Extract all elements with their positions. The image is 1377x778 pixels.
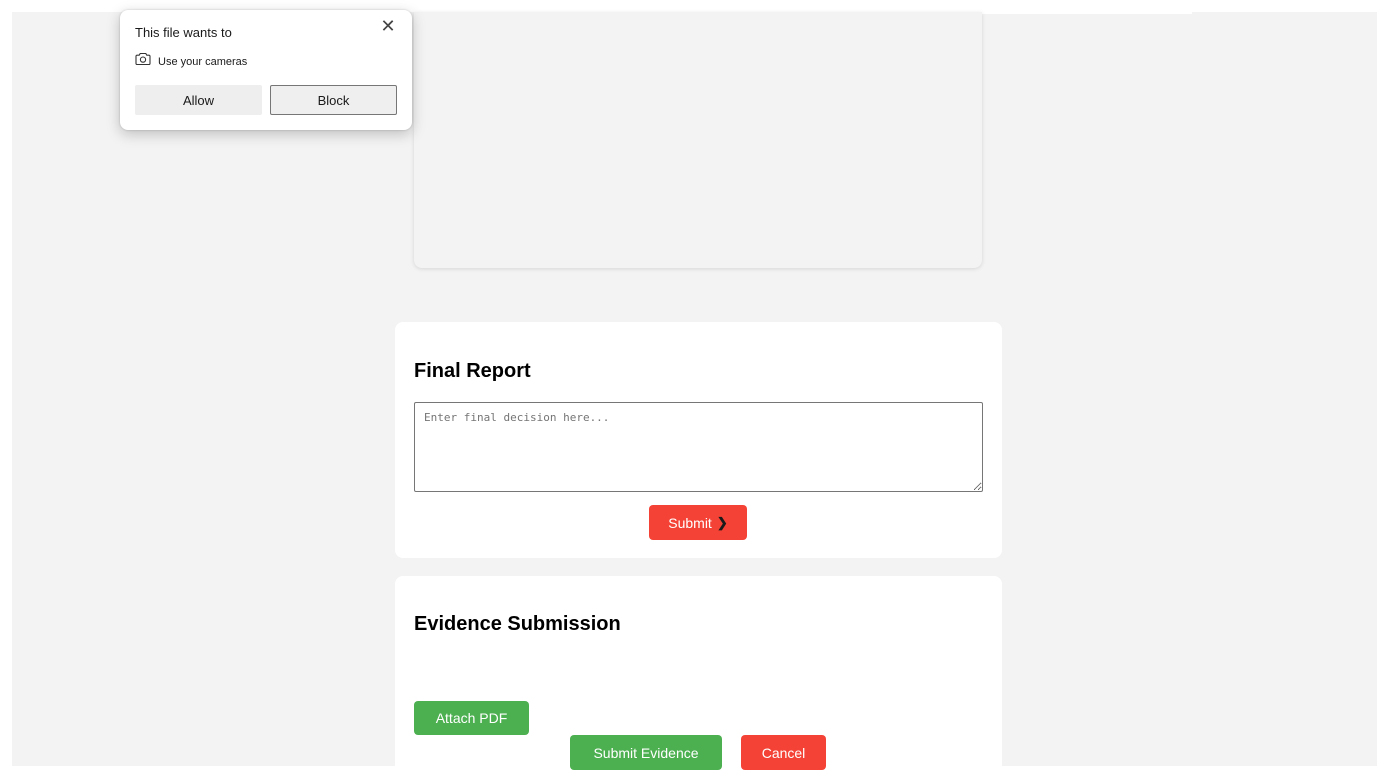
permission-label: Use your cameras bbox=[158, 55, 248, 68]
allow-button[interactable]: Allow bbox=[135, 85, 262, 115]
final-report-title: Final Report bbox=[414, 360, 531, 382]
camera-icon bbox=[135, 52, 151, 71]
permission-request-row: Use your cameras bbox=[135, 52, 247, 71]
submit-evidence-button[interactable]: Submit Evidence bbox=[570, 735, 722, 770]
permission-popup-title: This file wants to bbox=[135, 25, 232, 40]
chevron-right-icon: ❯ bbox=[716, 514, 728, 530]
final-report-card: Final Report Submit ❯ bbox=[395, 322, 1002, 558]
submit-report-button[interactable]: Submit ❯ bbox=[649, 505, 747, 540]
block-button[interactable]: Block bbox=[270, 85, 397, 115]
evidence-submission-title: Evidence Submission bbox=[414, 613, 621, 635]
final-decision-textarea[interactable] bbox=[414, 402, 983, 492]
camera-preview-panel bbox=[414, 12, 982, 268]
submit-report-label: Submit bbox=[668, 514, 712, 531]
attach-pdf-button[interactable]: Attach PDF bbox=[414, 701, 529, 735]
close-icon[interactable]: ✕ bbox=[378, 16, 398, 36]
camera-permission-popup: This file wants to ✕ Use your cameras Al… bbox=[120, 10, 412, 130]
evidence-submission-card: Evidence Submission Attach PDF Submit Ev… bbox=[395, 576, 1002, 778]
cancel-button[interactable]: Cancel bbox=[741, 735, 826, 770]
